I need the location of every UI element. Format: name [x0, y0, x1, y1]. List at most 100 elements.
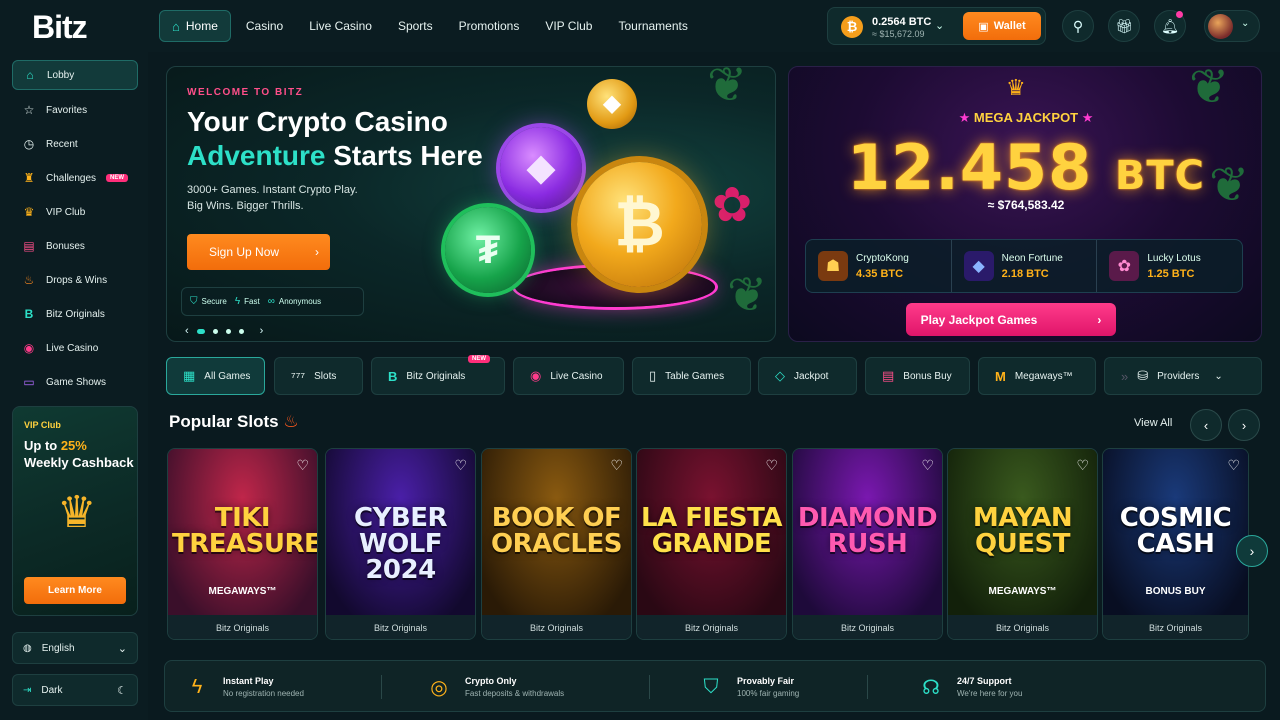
tab-bitz-originals[interactable]: B Bitz Originals NEW	[371, 355, 505, 395]
sign-up-button[interactable]: Sign Up Now ›	[187, 234, 330, 270]
sidebar-item-favorites[interactable]: ☆ Favorites	[12, 95, 138, 125]
feature-title: Crypto Only	[465, 676, 517, 686]
winner-item[interactable]: ☗ CryptoKong 4.35 BTC	[806, 240, 951, 292]
slots-icon: ⁷⁷⁷	[291, 368, 306, 384]
feature-title: 24/7 Support	[957, 676, 1012, 686]
home-icon: ⌂	[26, 68, 34, 82]
view-all-link[interactable]: View All	[1134, 417, 1172, 429]
sidebar-item-bonuses[interactable]: ▤ Bonuses	[12, 231, 138, 261]
nav-promotions[interactable]: Promotions	[448, 10, 531, 42]
language-select[interactable]: ◍ English ⌄	[12, 632, 138, 664]
tab-megaways[interactable]: M Megaways™	[978, 357, 1096, 395]
game-tile[interactable]: BOOK OF ORACLES ♡ Bitz Originals	[481, 448, 632, 640]
winner-item[interactable]: ◆ Neon Fortune 2.18 BTC	[950, 240, 1097, 292]
heart-icon[interactable]: ♡	[610, 457, 623, 474]
sidebar-item-game-shows[interactable]: ▭ Game Shows	[12, 367, 138, 397]
slots-prev-button[interactable]: ‹	[1190, 409, 1222, 441]
slots-next-button[interactable]: ›	[1228, 409, 1260, 441]
game-tile[interactable]: LA FIESTA GRANDE ♡ Bitz Originals	[636, 448, 787, 640]
game-tile[interactable]: MAYAN QUEST MEGAWAYS™ ♡ Bitz Originals	[947, 448, 1098, 640]
home-icon: ⌂	[172, 18, 180, 34]
game-tile[interactable]: CYBER WOLF 2024 ♡ Bitz Originals	[325, 448, 476, 640]
profile-menu[interactable]: ⌄	[1204, 10, 1260, 42]
carousel-controls: ‹ ›	[185, 325, 263, 337]
chevron-down-icon[interactable]: ⌄	[935, 19, 944, 32]
game-tile[interactable]: DIAMOND RUSH ♡ Bitz Originals	[792, 448, 943, 640]
carousel-prev-button[interactable]: ‹	[185, 325, 189, 337]
carousel-dot[interactable]	[212, 328, 218, 334]
globe-icon: ◍	[23, 642, 32, 654]
wallet-balance[interactable]: ₿ 0.2564 BTC ≈ $15,672.09 ⌄ ▣ Wallet	[827, 7, 1046, 45]
nav-casino[interactable]: Casino	[235, 10, 294, 42]
sidebar-item-recent[interactable]: ◷ Recent	[12, 129, 138, 159]
brand-logo[interactable]: Bitz	[32, 9, 88, 46]
ethereum-coin-icon: ◆	[500, 127, 582, 209]
sidebar-item-vip-club[interactable]: ♛ VIP Club	[12, 197, 138, 227]
nav-tournaments-label: Tournaments	[618, 19, 688, 33]
nav-tournaments[interactable]: Tournaments	[607, 10, 698, 42]
heart-icon[interactable]: ♡	[1227, 457, 1240, 474]
mega-jackpot-panel: ❦ ❦ ♛ ★ MEGA JACKPOT ★ 12.458 BTC ≈ $764…	[788, 66, 1262, 342]
trophy-icon: ♜	[23, 171, 35, 185]
tab-live-casino[interactable]: ◉ Live Casino	[513, 357, 624, 395]
nav-sports[interactable]: Sports	[387, 10, 444, 42]
game-tile[interactable]: TIKI TREASURE MEGAWAYS™ ♡ Bitz Originals	[167, 448, 318, 640]
carousel-dot[interactable]	[196, 328, 205, 334]
heart-icon[interactable]: ♡	[1076, 457, 1089, 474]
game-tile[interactable]: COSMIC CASH BONUS BUY ♡ Bitz Originals	[1102, 448, 1249, 640]
hero-heading: Your Crypto Casino Adventure Starts Here	[187, 105, 507, 173]
nav-live-casino[interactable]: Live Casino	[298, 10, 383, 42]
winner-amount: 1.25 BTC	[1147, 267, 1195, 280]
heart-icon[interactable]: ♡	[454, 457, 467, 474]
learn-more-button[interactable]: Learn More	[24, 577, 126, 604]
heart-icon[interactable]: ♡	[765, 457, 778, 474]
play-jackpot-games-button[interactable]: Play Jackpot Games ›	[906, 303, 1116, 336]
winner-name: CryptoKong	[856, 252, 909, 264]
logout-icon: ⇥	[23, 684, 32, 696]
hero-subtitle-line1: 3000+ Games. Instant Crypto Play.	[187, 184, 358, 196]
carousel-next-button[interactable]: ›	[260, 325, 264, 337]
wallet-button-label: Wallet	[993, 20, 1026, 32]
sidebar-item-lobby[interactable]: ⌂ Lobby	[12, 60, 138, 90]
winner-item[interactable]: ✿ Lucky Lotus 1.25 BTC	[1096, 240, 1242, 292]
sign-up-label: Sign Up Now	[209, 245, 280, 259]
sidebar-item-bitz-originals[interactable]: B Bitz Originals	[12, 299, 138, 329]
heart-icon[interactable]: ♡	[296, 457, 309, 474]
nav-vip-club[interactable]: VIP Club	[534, 10, 603, 42]
chevron-down-icon: ⌄	[1241, 18, 1250, 29]
trust-badges: ⛉ Secure ϟ Fast ∞ Anonymous	[181, 287, 364, 316]
wallet-button[interactable]: ▣ Wallet	[963, 12, 1041, 40]
tab-providers[interactable]: » ⛁ Providers ⌄	[1104, 357, 1262, 395]
carousel-dot[interactable]	[225, 328, 231, 334]
feature-desc: No registration needed	[223, 689, 304, 698]
carousel-dot[interactable]	[238, 328, 244, 334]
star-icon: ★	[958, 110, 971, 125]
tab-all-games[interactable]: ▦ All Games	[166, 357, 265, 395]
sidebar-item-drops-wins[interactable]: ♨ Drops & Wins	[12, 265, 138, 295]
jackpot-value: 12.458	[847, 131, 1093, 204]
sidebar-item-label: Favorites	[46, 104, 88, 116]
tab-jackpot[interactable]: ◇ Jackpot	[758, 357, 857, 395]
nav-casino-label: Casino	[245, 19, 284, 33]
tab-bonus-buy[interactable]: ▤ Bonus Buy	[865, 357, 970, 395]
tab-label: Jackpot	[794, 370, 829, 382]
tab-label: Bonus Buy	[903, 370, 952, 382]
theme-toggle[interactable]: ⇥ Dark ☾	[12, 674, 138, 706]
tab-slots[interactable]: ⁷⁷⁷ Slots	[274, 357, 363, 395]
notifications-button[interactable]: 🔔︎	[1154, 10, 1186, 42]
gorilla-icon: ☗	[818, 251, 848, 281]
avatar	[1208, 14, 1233, 39]
gift-button[interactable]: 🎁︎	[1108, 10, 1140, 42]
vip-title-highlight: 25%	[60, 438, 87, 453]
carousel-next-button[interactable]: ›	[1236, 535, 1268, 567]
feature-title: Instant Play	[223, 676, 274, 686]
sidebar-item-challenges[interactable]: ♜ Challenges NEW	[12, 163, 138, 193]
tab-table-games[interactable]: ▯ Table Games	[632, 357, 751, 395]
search-button[interactable]: ⚲	[1062, 10, 1094, 42]
nav-home[interactable]: ⌂ Home	[159, 10, 231, 42]
heart-icon[interactable]: ♡	[921, 457, 934, 474]
section-title-text: Popular Slots	[169, 412, 279, 431]
sidebar-item-live-casino[interactable]: ◉ Live Casino	[12, 333, 138, 363]
search-icon: ⚲	[1072, 17, 1084, 34]
chevron-down-icon: ⌄	[1214, 370, 1223, 382]
